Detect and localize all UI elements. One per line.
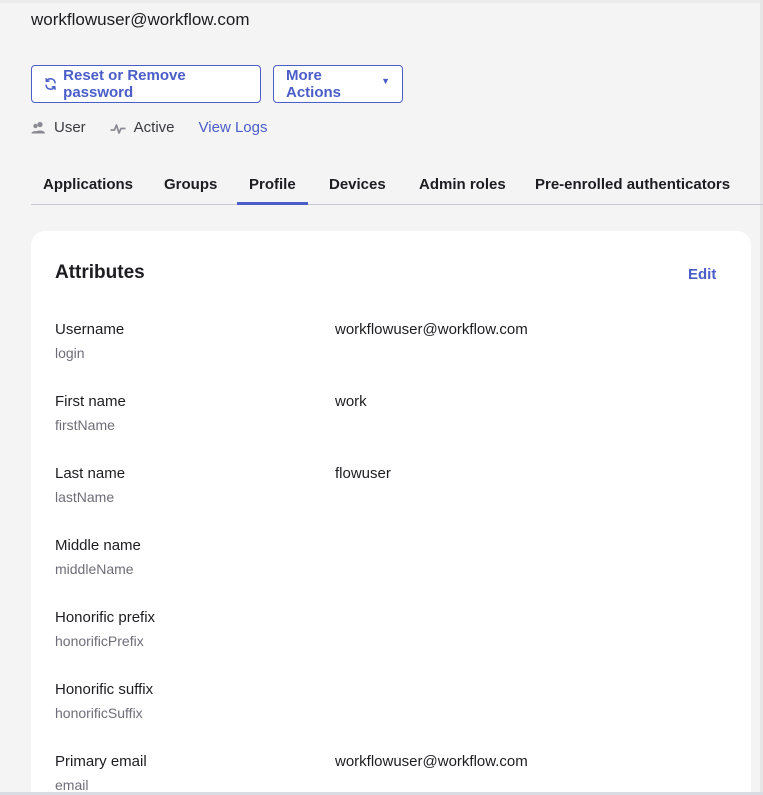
attribute-row-last-name: Last name lastName flowuser [55, 465, 735, 515]
attribute-key: lastName [55, 489, 115, 505]
attribute-value: workflowuser@workflow.com [335, 321, 528, 338]
user-profile-page: workflowuser@workflow.com Reset or Remov… [0, 0, 763, 795]
attribute-label: Honorific prefix [55, 609, 156, 626]
user-status-label: Active [133, 119, 175, 136]
user-role-label: User [54, 119, 86, 136]
attribute-label: Username [55, 321, 125, 338]
attribute-row-primary-email: Primary email email workflowuser@workflo… [55, 753, 735, 795]
more-actions-label: More Actions [286, 67, 342, 101]
tab-profile[interactable]: Profile [237, 163, 308, 205]
attribute-label: Honorific suffix [55, 681, 154, 698]
attribute-key: honorificSuffix [55, 705, 143, 721]
refresh-icon [45, 77, 56, 91]
attribute-row-middle-name: Middle name middleName [55, 537, 735, 587]
attribute-key: email [55, 777, 89, 793]
attribute-label: Primary email [55, 753, 147, 770]
attribute-key: firstName [55, 417, 115, 433]
view-logs-link[interactable]: View Logs [199, 119, 268, 136]
more-actions-button[interactable]: More Actions ▼ [273, 65, 403, 103]
profile-tabs: Applications Groups Profile Devices Admi… [31, 163, 763, 205]
attribute-row-first-name: First name firstName work [55, 393, 735, 443]
user-icon [31, 121, 45, 134]
attribute-key: middleName [55, 561, 134, 577]
reset-password-button[interactable]: Reset or Remove password [31, 65, 261, 103]
attribute-key: honorificPrefix [55, 633, 144, 649]
tab-admin-roles[interactable]: Admin roles [407, 163, 518, 205]
user-email-heading: workflowuser@workflow.com [31, 10, 250, 29]
attributes-title: Attributes [55, 262, 145, 283]
attribute-row-username: Username login workflowuser@workflow.com [55, 321, 735, 371]
attribute-label: First name [55, 393, 126, 410]
activity-icon [110, 123, 126, 134]
tab-groups[interactable]: Groups [152, 163, 229, 205]
attributes-card: Attributes Edit Username login workflowu… [31, 231, 751, 795]
attribute-row-honorific-prefix: Honorific prefix honorificPrefix [55, 609, 735, 659]
user-status: Active [110, 119, 175, 136]
caret-down-icon: ▼ [381, 76, 390, 86]
attribute-key: login [55, 345, 85, 361]
attribute-label: Middle name [55, 537, 141, 554]
attribute-row-honorific-suffix: Honorific suffix honorificSuffix [55, 681, 735, 731]
user-meta: User Active View Logs [31, 119, 291, 136]
edit-attributes-button[interactable]: Edit [688, 266, 716, 283]
reset-password-label: Reset or Remove password [63, 67, 186, 101]
top-divider [0, 0, 763, 3]
attribute-value: workflowuser@workflow.com [335, 753, 528, 770]
tab-applications[interactable]: Applications [31, 163, 145, 205]
tab-devices[interactable]: Devices [317, 163, 398, 205]
attribute-value: flowuser [335, 465, 391, 482]
tab-pre-enrolled-authenticators[interactable]: Pre-enrolled authenticators [523, 163, 742, 205]
user-role: User [31, 119, 86, 136]
attribute-value: work [335, 393, 367, 410]
attribute-label: Last name [55, 465, 126, 482]
